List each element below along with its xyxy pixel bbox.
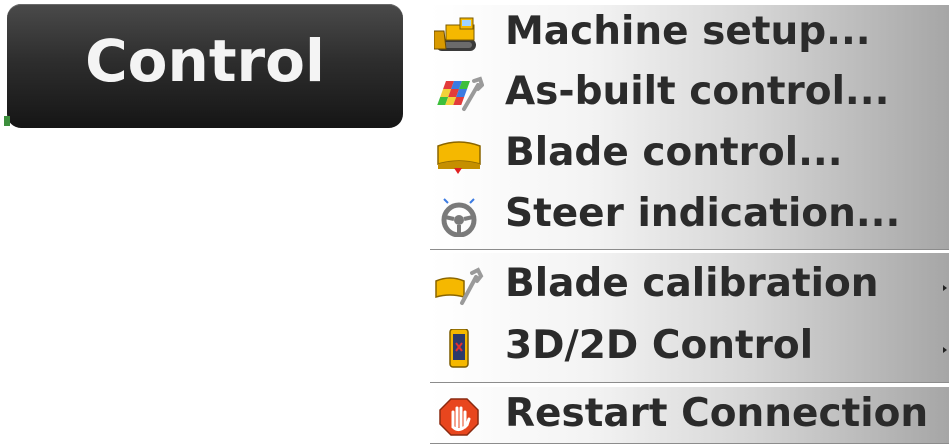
submenu-arrow-icon [943, 285, 947, 291]
asbuilt-wrench-icon [434, 75, 484, 115]
stop-hand-icon [434, 397, 484, 437]
blade-icon [434, 136, 484, 176]
menu-item-label: Blade calibration [505, 261, 879, 306]
menu-item-blade-control[interactable]: Blade control... [430, 126, 949, 184]
menu-item-steer-indication[interactable]: Steer indication... [430, 187, 949, 245]
menu-item-blade-calibration[interactable]: Blade calibration [430, 257, 949, 315]
menu-item-label: As-built control... [505, 69, 890, 114]
menu-item-label: Blade control... [505, 130, 843, 175]
menu-item-restart-connection[interactable]: Restart Connection [430, 387, 949, 445]
menu-item-label: Machine setup... [505, 9, 871, 54]
submenu-arrow-icon [943, 347, 947, 353]
control-button[interactable]: Control [4, 4, 403, 128]
menu-item-label: Steer indication... [505, 191, 901, 236]
background-edge-mark [4, 116, 10, 126]
menu-item-as-built-control[interactable]: As-built control... [430, 65, 949, 123]
menu-item-machine-setup[interactable]: Machine setup... [430, 5, 949, 63]
menu-group-submenus: Blade calibration 3D/2D Control [430, 252, 949, 383]
blade-wrench-icon [434, 267, 484, 307]
menu-item-3d-2d-control[interactable]: 3D/2D Control [430, 319, 949, 377]
steering-wheel-icon [434, 197, 484, 237]
control-box-icon [434, 329, 484, 369]
menu-item-label: 3D/2D Control [505, 323, 814, 368]
menu-group-main: Machine setup... As-built control... Bla… [430, 4, 949, 250]
control-menu: Machine setup... As-built control... Bla… [430, 0, 949, 447]
control-button-label: Control [85, 27, 325, 95]
bulldozer-icon [434, 15, 484, 55]
menu-item-label: Restart Connection [505, 391, 929, 436]
menu-group-restart: Restart Connection [430, 386, 949, 444]
